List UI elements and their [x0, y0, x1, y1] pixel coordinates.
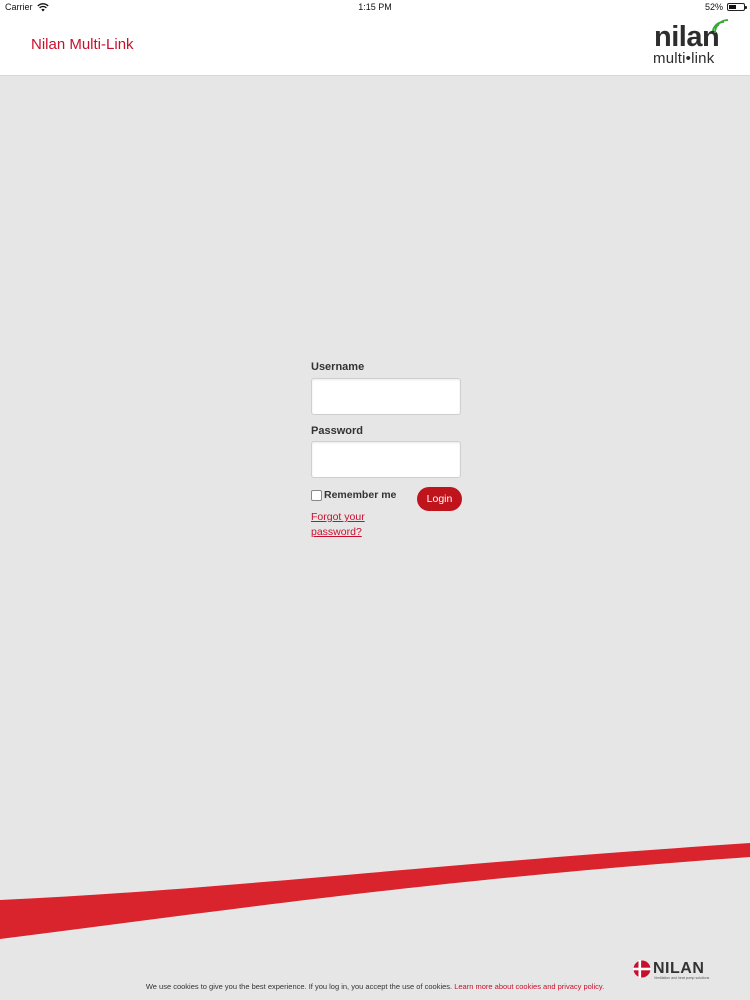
status-bar-left: Carrier	[5, 2, 49, 12]
danish-flag-icon	[633, 960, 651, 978]
decorative-swoosh	[0, 843, 750, 939]
username-label: Username	[311, 361, 365, 373]
cookie-text: We use cookies to give you the best expe…	[145, 982, 453, 991]
status-bar-right: 52%	[704, 2, 747, 12]
nilan-brand-logo: NILAN Ventilation and heat pump solution…	[633, 959, 723, 981]
wifi-icon	[36, 2, 49, 11]
nilan-multilink-logo: nilan multi•link	[651, 19, 733, 71]
battery-fill	[729, 5, 736, 9]
password-label: Password	[311, 425, 363, 437]
status-bar: Carrier 1:15 PM 52%	[0, 0, 750, 15]
brand-tagline: Ventilation and heat pump solutions	[654, 976, 710, 980]
status-time: 1:15 PM	[358, 2, 392, 12]
app-title[interactable]: Nilan Multi-Link	[31, 36, 134, 53]
remember-me-checkbox[interactable]	[311, 489, 322, 501]
remember-me-label[interactable]: Remember me	[324, 489, 396, 501]
password-input[interactable]	[311, 441, 461, 478]
logo-word: nilan	[654, 21, 720, 53]
wifi-signal-icon	[712, 19, 729, 33]
app-header: Nilan Multi-Link nilan multi•link	[0, 15, 750, 76]
cookie-notice: We use cookies to give you the best expe…	[0, 982, 750, 991]
logo-subword: multi•link	[653, 50, 715, 67]
cookie-policy-link[interactable]: Learn more about cookies and privacy pol…	[454, 982, 604, 991]
username-input[interactable]	[311, 378, 461, 415]
carrier-label: Carrier	[5, 2, 33, 12]
battery-icon	[727, 3, 747, 11]
battery-percent: 52%	[704, 2, 723, 12]
login-button[interactable]: Login	[417, 487, 462, 511]
remember-me[interactable]: Remember me	[311, 489, 396, 501]
forgot-password-link[interactable]: Forgot your password?	[311, 510, 391, 540]
